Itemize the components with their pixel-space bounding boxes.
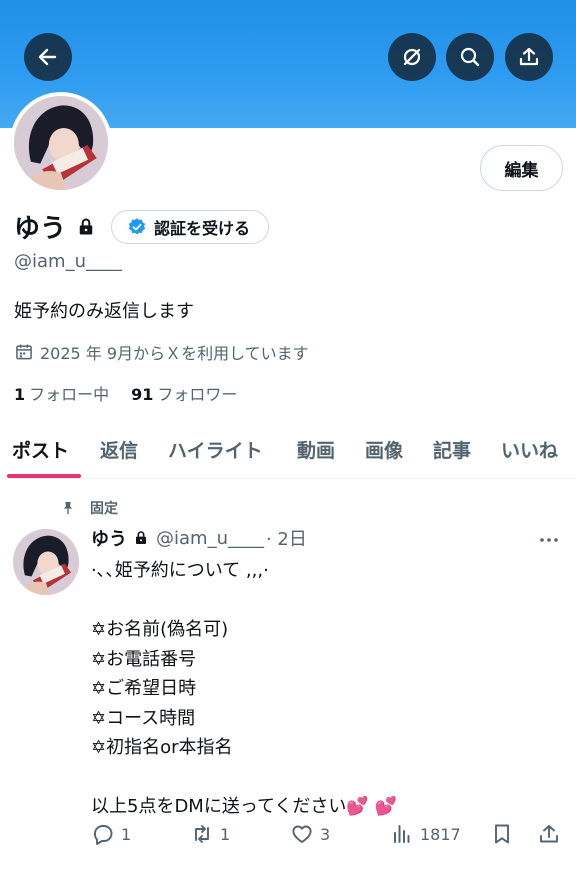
arrow-left-icon [38, 48, 57, 66]
calendar-icon [16, 344, 32, 360]
post-text: ·､､姫予約について ,,,· ✡お名前(偽名可) ✡お電話番号 ✡ご希望日時 … [91, 556, 397, 822]
post-avatar[interactable] [13, 529, 79, 595]
reply-button[interactable]: 1 [91, 822, 131, 846]
reply-icon [94, 825, 113, 845]
pinned-indicator: 固定 [60, 498, 118, 518]
get-verified-label: 認証を受ける [154, 218, 251, 238]
post-line: ·､､姫予約について ,,,· [91, 560, 269, 581]
views-chart-icon [394, 825, 410, 843]
post-line: ✡お名前(偽名可) [91, 619, 229, 640]
bookmark-button[interactable] [490, 822, 514, 846]
grok-button[interactable] [388, 33, 436, 81]
following-label: フォロー中 [29, 385, 110, 404]
lock-icon [136, 531, 146, 544]
repost-button[interactable]: 1 [190, 822, 230, 846]
verified-badge-icon [128, 217, 146, 234]
back-button[interactable] [24, 33, 72, 81]
post-author-name[interactable]: ゆう [91, 525, 127, 551]
bookmark-icon [495, 824, 509, 844]
view-count: 1817 [420, 824, 461, 844]
post-actions: 1 1 3 1817 [0, 822, 576, 854]
pin-icon [64, 502, 72, 514]
edit-profile-button[interactable]: 編集 [480, 145, 563, 191]
followers-label: フォロワー [157, 385, 238, 404]
display-name: ゆう [14, 214, 67, 244]
share-button[interactable] [505, 33, 553, 81]
like-button[interactable]: 3 [290, 822, 330, 846]
tab-replies[interactable]: 返信 [100, 436, 138, 463]
tab-images[interactable]: 画像 [365, 436, 403, 463]
active-tab-indicator [7, 474, 81, 478]
followers-link[interactable]: 91 フォロワー [131, 381, 237, 405]
post-author-handle[interactable]: @iam_u____ [156, 528, 264, 549]
post-line [91, 586, 397, 616]
post-line: ✡コース時間 [91, 707, 196, 729]
following-count: 1 [14, 385, 26, 404]
search-button[interactable] [446, 33, 494, 81]
profile-avatar[interactable] [10, 92, 112, 194]
like-count: 3 [320, 824, 331, 844]
tab-highlights[interactable]: ハイライト [168, 436, 263, 463]
post-timestamp[interactable]: · 2日 [266, 525, 307, 551]
repost-icon [195, 825, 209, 843]
post-header: ゆう @iam_u____ · 2日 [91, 525, 307, 551]
share-post-button[interactable] [537, 822, 561, 846]
following-link[interactable]: 1 フォロー中 [14, 381, 109, 405]
get-verified-button[interactable]: 認証を受ける [111, 209, 270, 244]
tab-likes[interactable]: いいね [501, 436, 558, 463]
followers-count: 91 [131, 385, 154, 404]
search-icon [460, 47, 480, 67]
views-button[interactable]: 1817 [390, 822, 461, 846]
lock-icon [79, 218, 93, 234]
grok-icon [403, 48, 421, 66]
tab-articles[interactable]: 記事 [433, 436, 471, 463]
profile-bio: 姫予約のみ返信します [14, 301, 194, 322]
post-line: ✡お電話番号 [91, 648, 197, 670]
joined-date: 2025 年 9月からＸを利用しています [14, 340, 309, 364]
post-line [91, 763, 397, 793]
tab-posts[interactable]: ポスト [12, 436, 69, 463]
profile-handle: @iam_u____ [14, 251, 122, 272]
post-line: 以上5点をDMに送ってください💕 💕 [91, 796, 397, 817]
more-options-icon[interactable] [537, 528, 561, 552]
tab-videos[interactable]: 動画 [297, 436, 335, 463]
share-icon [519, 47, 539, 66]
post-line: ✡初指名or本指名 [91, 737, 233, 758]
pinned-label: 固定 [90, 501, 118, 517]
reply-count: 1 [121, 824, 132, 844]
share-icon [540, 825, 558, 843]
repost-count: 1 [220, 824, 231, 844]
avatar-image [14, 96, 108, 190]
avatar-image [13, 529, 79, 595]
joined-text: 2025 年 9月からＸを利用しています [40, 344, 309, 363]
post-line: ✡ご希望日時 [91, 678, 197, 699]
profile-tabs: ポスト 返信 ハイライト 動画 画像 記事 いいね [0, 425, 576, 479]
heart-icon [292, 825, 312, 843]
